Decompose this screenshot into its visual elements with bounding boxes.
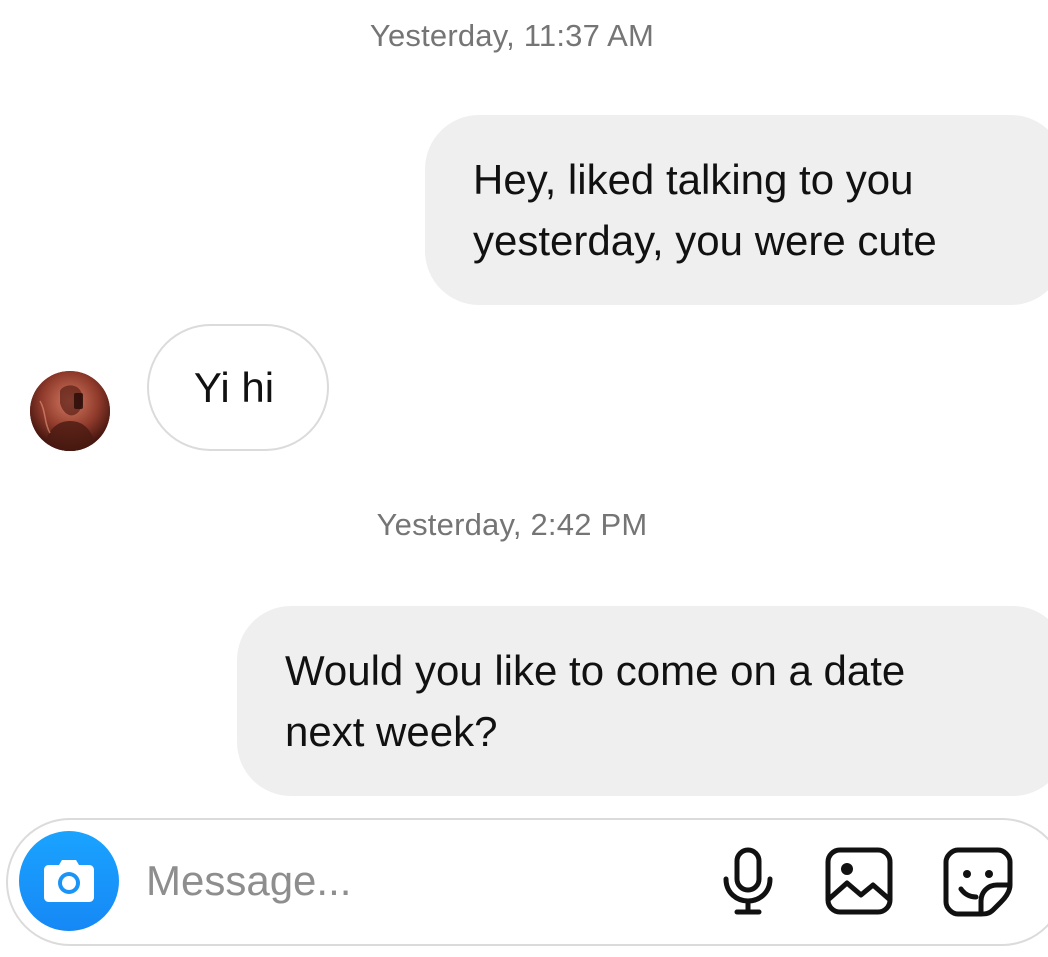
camera-icon <box>44 860 94 902</box>
avatar-photo <box>30 371 110 451</box>
timestamp: Yesterday, 11:37 AM <box>369 18 655 53</box>
chat-screen: Yesterday, 11:37 AM Hey, liked talking t… <box>0 0 1048 957</box>
outgoing-message-bubble[interactable]: Would you like to come on a date next we… <box>237 606 1048 796</box>
microphone-button[interactable] <box>718 846 778 916</box>
timestamp: Yesterday, 2:42 PM <box>376 507 648 542</box>
message-text: Would you like to come on a date next we… <box>285 647 906 755</box>
sticker-button[interactable] <box>942 846 1014 918</box>
message-text: Yi hi <box>193 364 275 411</box>
microphone-icon <box>723 847 773 915</box>
incoming-message-bubble[interactable]: Yi hi <box>147 324 329 451</box>
photo-icon <box>825 847 893 915</box>
message-text: Hey, liked talking to you yesterday, you… <box>473 156 937 264</box>
photo-button[interactable] <box>824 846 894 916</box>
avatar[interactable] <box>30 371 110 451</box>
message-input[interactable] <box>146 850 666 912</box>
sticker-icon <box>943 847 1013 917</box>
camera-button[interactable] <box>19 831 119 931</box>
outgoing-message-bubble[interactable]: Hey, liked talking to you yesterday, you… <box>425 115 1048 305</box>
